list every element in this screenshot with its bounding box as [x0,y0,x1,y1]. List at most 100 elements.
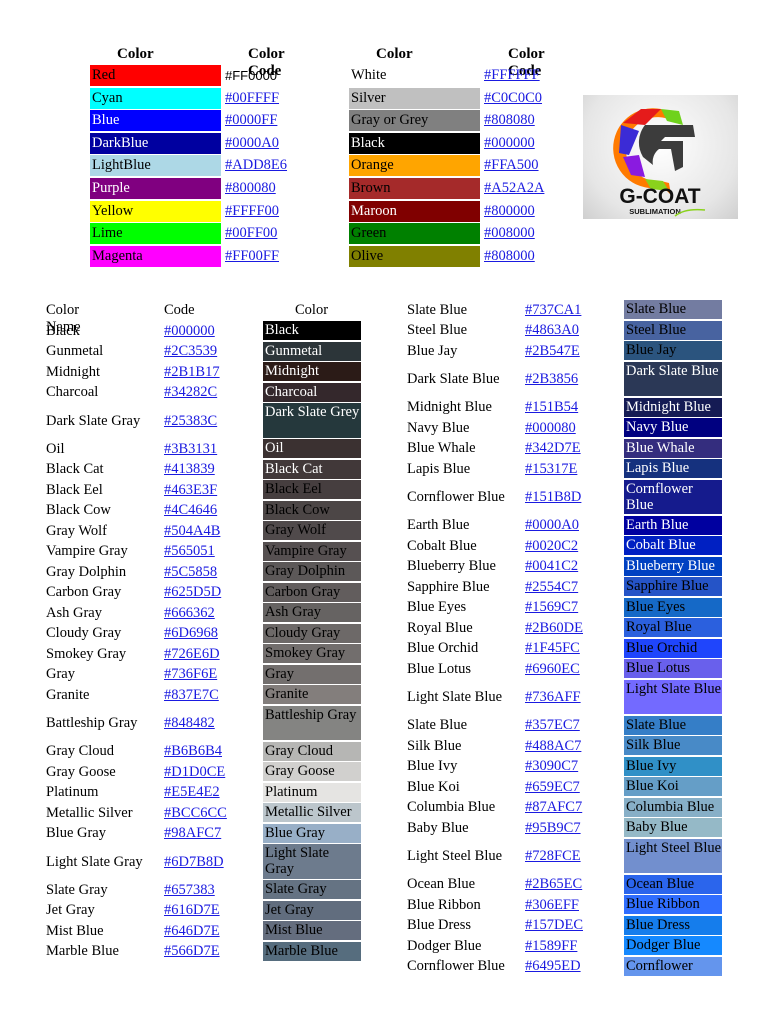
color-swatch: Dark Slate Grey [263,403,361,438]
color-code-link[interactable]: #FFA500 [484,155,539,176]
color-code-link[interactable]: #0020C2 [525,538,578,555]
table-row: Vampire Gray #565051 Vampire Gray [46,541,376,563]
color-name: Mist Blue [46,922,104,939]
color-code-link[interactable]: #736AFF [525,689,581,706]
color-code-link[interactable]: #1589FF [525,938,577,955]
table-row: Navy Blue #000080 Navy Blue [407,418,737,439]
color-code-link[interactable]: #6495ED [525,958,581,975]
table-row: Light Slate Gray #6D7B8D Light Slate Gray [46,844,376,880]
table-row: Metallic Silver #BCC6CC Metallic Silver [46,803,376,824]
color-code-link[interactable]: #659EC7 [525,779,580,796]
color-code-link[interactable]: #2C3539 [164,343,217,360]
color-code-link[interactable]: #726E6D [164,646,220,663]
color-code-link[interactable]: #87AFC7 [525,799,582,816]
color-code-link[interactable]: #566D7E [164,943,220,960]
color-code-link[interactable]: #95B9C7 [525,820,581,837]
color-swatch: Blue Dress [624,915,722,935]
color-code-link[interactable]: #15317E [525,461,577,478]
color-code-link[interactable]: #0000A0 [225,133,279,154]
color-code-link[interactable]: #ADD8E6 [225,155,287,176]
color-code-link[interactable]: #FFFF00 [225,201,279,222]
color-swatch: Columbia Blue [624,797,722,817]
color-code-link[interactable]: #00FF00 [225,223,277,244]
table-row: Carbon Gray #625D5D Carbon Gray [46,582,376,604]
color-code-link[interactable]: #0041C2 [525,558,578,575]
color-code-link[interactable]: #808000 [484,246,535,267]
color-code-link[interactable]: #413839 [164,461,215,478]
color-row: Brown #A52A2A [349,178,609,199]
color-code-link[interactable]: #C0C0C0 [484,88,542,109]
color-code-link[interactable]: #728FCE [525,848,581,865]
color-code-link[interactable]: #157DEC [525,917,583,934]
color-code-link[interactable]: #848482 [164,715,215,732]
color-code-link[interactable]: #565051 [164,543,215,560]
color-code-link[interactable]: #D1D0CE [164,764,225,781]
color-code-link[interactable]: #FFFFFF [484,65,540,86]
color-code-link[interactable]: #A52A2A [484,178,544,199]
color-code-link[interactable]: #306EFF [525,897,579,914]
color-code-link[interactable]: #666362 [164,605,215,622]
color-swatch: Gunmetal [263,341,361,361]
color-code-link[interactable]: #6D7B8D [164,854,224,871]
color-code-link[interactable]: #151B8D [525,489,581,506]
color-code-link[interactable]: #2B65EC [525,876,582,893]
color-code-link[interactable]: #2B547E [525,343,580,360]
color-code-link[interactable]: #657383 [164,882,215,899]
color-code-link[interactable]: #488AC7 [525,738,581,755]
color-code-link[interactable]: #2B3856 [525,371,578,388]
color-code-link[interactable]: #646D7E [164,923,220,940]
color-code-link[interactable]: #463E3F [164,482,217,499]
color-code-link[interactable]: #736F6E [164,666,217,683]
table-row: Baby Blue #95B9C7 Baby Blue [407,818,737,839]
color-code-link[interactable]: #837E7C [164,687,219,704]
color-code-link[interactable]: #504A4B [164,523,220,540]
color-code-link[interactable]: #000000 [484,133,535,154]
color-code-link[interactable]: #4C4646 [164,502,217,519]
color-code-link[interactable]: #342D7E [525,440,581,457]
color-swatch: Earth Blue [624,515,722,535]
color-code-link[interactable]: #625D5D [164,584,221,601]
color-code-link[interactable]: #2554C7 [525,579,578,596]
color-code-link[interactable]: #1569C7 [525,599,578,616]
color-code-link[interactable]: #B6B6B4 [164,743,222,760]
color-code-link[interactable]: #800000 [484,201,535,222]
color-swatch-name: Magenta [90,245,221,267]
color-code-link[interactable]: #2B60DE [525,620,583,637]
color-code-link[interactable]: #E5E4E2 [164,784,220,801]
color-code-link[interactable]: #6D6968 [164,625,218,642]
color-code-link[interactable]: #800080 [225,178,276,199]
color-code-link[interactable]: #2B1B17 [164,364,220,381]
table-row: Blue Ivy #3090C7 Blue Ivy [407,756,737,778]
color-code-link[interactable]: #3B3131 [164,441,217,458]
color-swatch: Light Slate Gray [263,844,361,879]
color-row: Black #000000 [349,132,609,154]
color-code-link[interactable]: #98AFC7 [164,825,221,842]
color-code-link[interactable]: #1F45FC [525,640,580,657]
color-code-link[interactable]: #000000 [164,323,215,340]
color-code-link[interactable]: #000080 [525,420,576,437]
color-code-link[interactable]: #5C5858 [164,564,217,581]
color-code-link[interactable]: #4863A0 [525,322,579,339]
table-row: Black Eel #463E3F Black Eel [46,480,376,501]
color-name: Blue Jay [407,342,458,359]
color-swatch: Slate Blue [624,715,722,735]
table-row: Blue Lotus #6960EC Blue Lotus [407,659,737,680]
color-code-link[interactable]: #25383C [164,413,217,430]
color-code-link[interactable]: #BCC6CC [164,805,227,822]
color-code-link[interactable]: #0000A0 [525,517,579,534]
color-code-link[interactable]: #00FFFF [225,88,279,109]
color-code-link[interactable]: #616D7E [164,902,220,919]
color-code-link[interactable]: #008000 [484,223,535,244]
color-code-link[interactable]: #FF00FF [225,246,279,267]
color-code-link[interactable]: #737CA1 [525,302,581,319]
color-code-link[interactable]: #151B54 [525,399,578,416]
color-swatch: Metallic Silver [263,803,361,822]
color-code-link[interactable]: #34282C [164,384,217,401]
color-code-link[interactable]: #0000FF [225,110,277,131]
table-row: Slate Blue #357EC7 Slate Blue [407,715,737,737]
color-code-link[interactable]: #357EC7 [525,717,580,734]
color-code-link[interactable]: #808080 [484,110,535,131]
color-code-link[interactable]: #3090C7 [525,758,578,775]
color-swatch: Royal Blue [624,618,722,637]
color-code-link[interactable]: #6960EC [525,661,580,678]
